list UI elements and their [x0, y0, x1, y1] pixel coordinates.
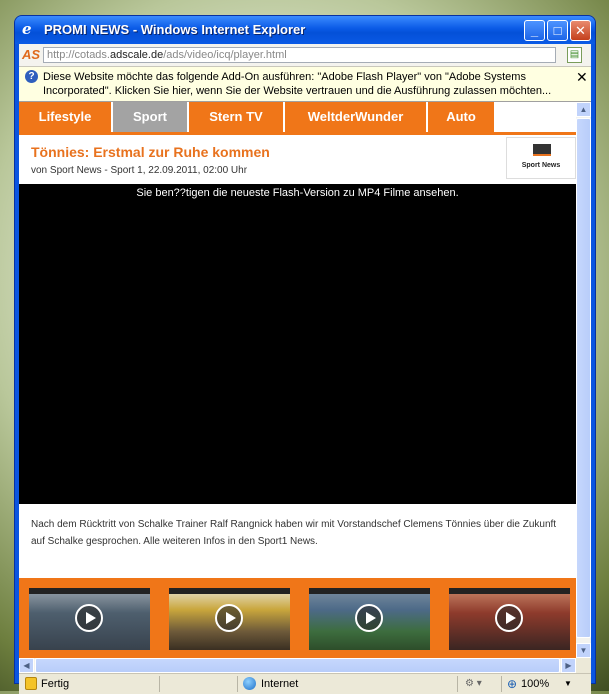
information-bar[interactable]: ? Diese Website möchte das folgende Add-…: [19, 67, 591, 102]
scroll-corner: [576, 658, 591, 673]
horizontal-scroll-thumb[interactable]: [35, 658, 560, 673]
video-player[interactable]: Sie ben??tigen die neueste Flash-Version…: [19, 184, 576, 504]
video-thumbnail-strip: [19, 578, 576, 658]
tab-lifestyle[interactable]: Lifestyle: [19, 102, 111, 132]
status-text: Fertig: [41, 678, 70, 690]
protected-mode-icon[interactable]: ⚙ ▾: [465, 678, 482, 689]
play-icon[interactable]: [495, 604, 523, 632]
tab-stern-tv[interactable]: Stern TV: [189, 102, 283, 132]
zoom-level[interactable]: 100%: [521, 678, 549, 690]
sport-news-logo-label: Sport News: [521, 162, 561, 169]
flash-required-message[interactable]: Sie ben??tigen die neueste Flash-Version…: [19, 187, 576, 199]
url-prefix: http://cotads.: [47, 49, 110, 61]
video-thumb-4[interactable]: [449, 588, 570, 650]
video-thumb-1[interactable]: [29, 588, 150, 650]
address-bar: AS http://cotads.adscale.de/ads/video/ic…: [19, 44, 591, 67]
url-suffix: /ads/video/icq/player.html: [163, 49, 287, 61]
vertical-scrollbar[interactable]: ▲ ▼: [576, 102, 591, 658]
minimize-button[interactable]: _: [524, 20, 545, 41]
page-report-icon[interactable]: ▤: [567, 47, 582, 63]
close-button[interactable]: ✕: [570, 20, 591, 41]
play-icon[interactable]: [355, 604, 383, 632]
video-thumb-2[interactable]: [169, 588, 290, 650]
horizontal-scrollbar[interactable]: ◀ ▶: [19, 658, 576, 673]
play-icon[interactable]: [215, 604, 243, 632]
window-title: PROMI NEWS - Windows Internet Explorer: [44, 22, 306, 37]
infobar-text[interactable]: Diese Website möchte das folgende Add-On…: [43, 70, 563, 98]
scroll-down-icon[interactable]: ▼: [576, 643, 591, 658]
title-bar[interactable]: e PROMI NEWS - Windows Internet Explorer…: [15, 16, 595, 44]
page-status-icon: [25, 677, 37, 690]
scroll-up-icon[interactable]: ▲: [576, 102, 591, 117]
article-description: Nach dem Rücktritt von Schalke Trainer R…: [31, 519, 557, 547]
ie-icon: e: [22, 20, 32, 38]
article-headline[interactable]: Tönnies: Erstmal zur Ruhe kommen: [31, 144, 270, 160]
zoom-icon[interactable]: ⊕: [507, 677, 517, 691]
tab-sport[interactable]: Sport: [113, 102, 187, 132]
scroll-left-icon[interactable]: ◀: [19, 658, 34, 673]
page-viewport: Lifestyle Sport Stern TV WeltderWunder A…: [19, 102, 576, 658]
tab-weltderwunder[interactable]: WeltderWunder: [285, 102, 426, 132]
tab-auto[interactable]: Auto: [428, 102, 494, 132]
maximize-button[interactable]: □: [547, 20, 568, 41]
zoom-dropdown-icon[interactable]: ▼: [564, 679, 572, 688]
video-thumb-3[interactable]: [309, 588, 430, 650]
internet-zone-icon[interactable]: [243, 677, 256, 690]
vertical-scroll-thumb[interactable]: [576, 118, 591, 638]
url-domain: adscale.de: [109, 49, 164, 61]
nav-tabs: Lifestyle Sport Stern TV WeltderWunder A…: [19, 102, 576, 132]
shield-info-icon: ?: [25, 70, 38, 83]
browser-window: e PROMI NEWS - Windows Internet Explorer…: [15, 16, 595, 694]
sport-news-logo: Sport News: [506, 137, 576, 179]
adscale-logo-icon: AS: [22, 47, 41, 62]
infobar-close-icon[interactable]: ✕: [576, 69, 588, 86]
sport-news-logo-icon: [533, 144, 551, 156]
nav-underline: [19, 132, 576, 135]
url-field[interactable]: http://cotads.adscale.de/ads/video/icq/p…: [43, 47, 556, 63]
play-icon[interactable]: [75, 604, 103, 632]
browser-client: AS http://cotads.adscale.de/ads/video/ic…: [19, 44, 591, 694]
security-zone-label[interactable]: Internet: [261, 678, 298, 690]
scroll-right-icon[interactable]: ▶: [561, 658, 576, 673]
article-meta: von Sport News - Sport 1, 22.09.2011, 02…: [31, 165, 248, 176]
